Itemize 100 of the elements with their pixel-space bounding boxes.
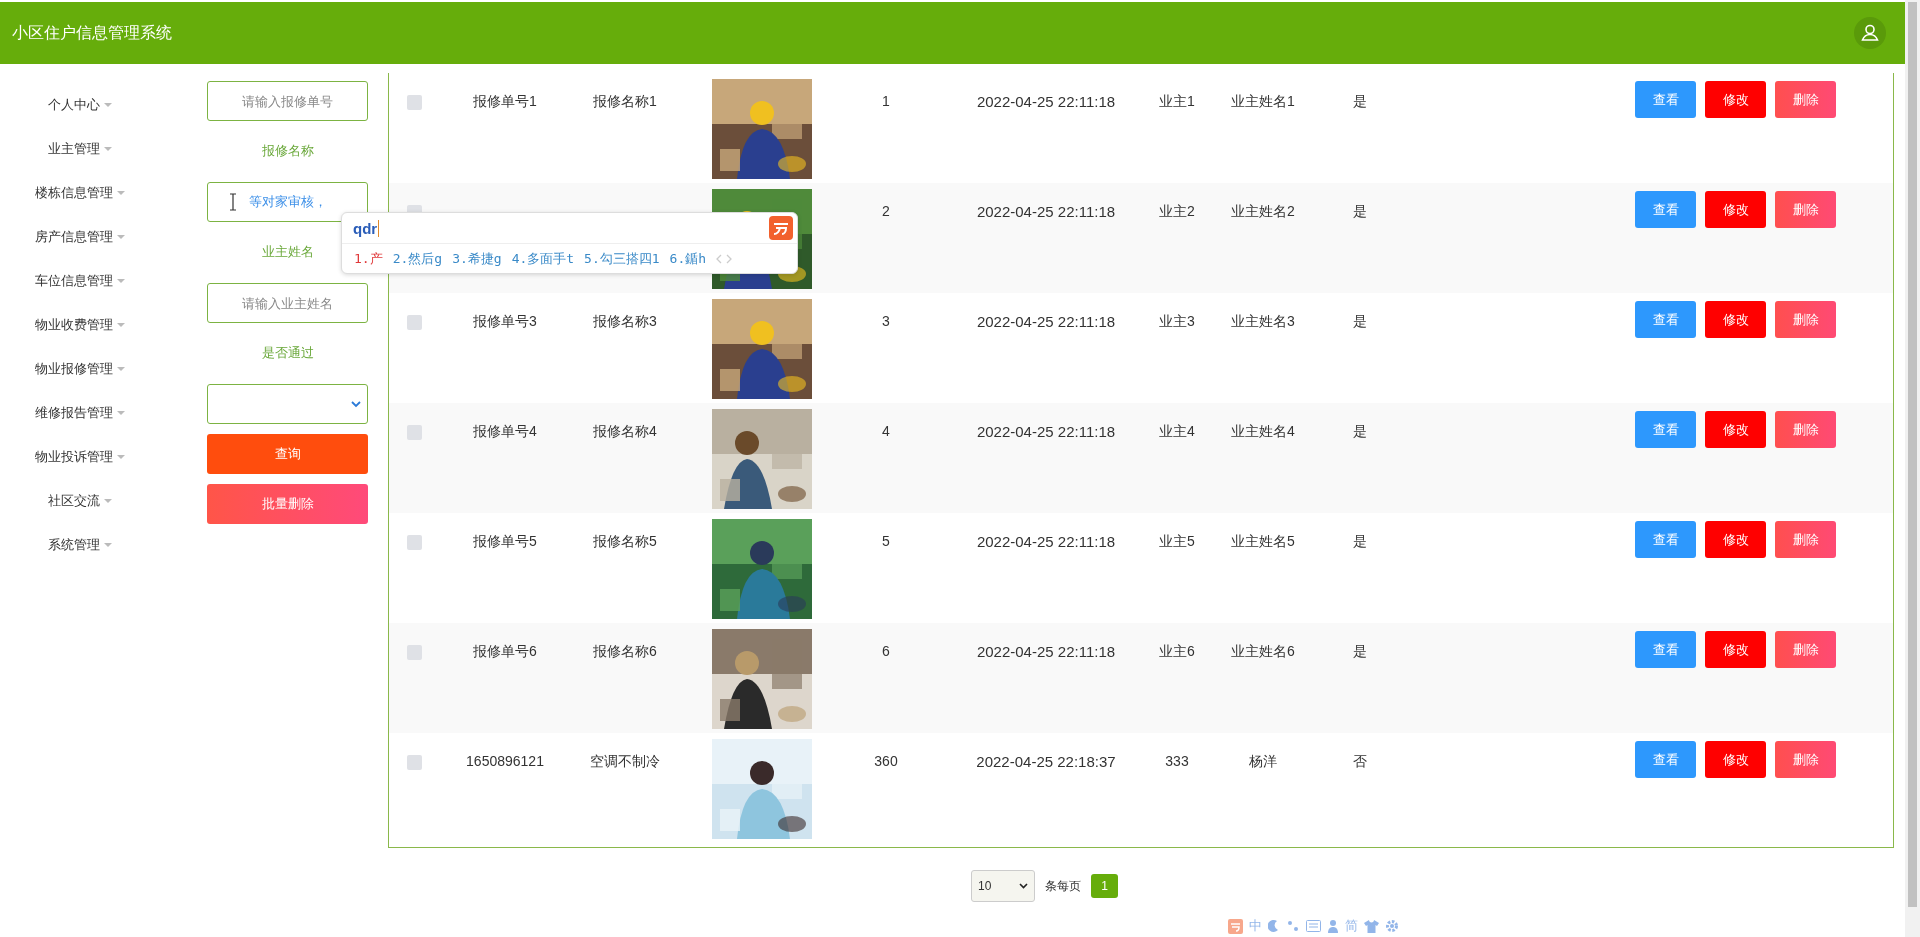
edit-button[interactable]: 修改: [1705, 411, 1766, 448]
ime-logo-icon[interactable]: [769, 216, 793, 240]
settings-icon[interactable]: [1385, 919, 1399, 933]
charset-toggle[interactable]: 简: [1345, 918, 1358, 934]
edit-button[interactable]: 修改: [1705, 521, 1766, 558]
view-button[interactable]: 查看: [1635, 301, 1696, 338]
sidebar-item[interactable]: 楼栋信息管理: [34, 171, 125, 215]
view-button[interactable]: 查看: [1635, 191, 1696, 228]
table-cell: 报修单号1: [473, 93, 537, 111]
sidebar-item[interactable]: 维修报告管理: [34, 391, 125, 435]
table-cell: 业主姓名1: [1231, 93, 1295, 111]
shirt-icon[interactable]: [1364, 919, 1379, 933]
page-button[interactable]: 1: [1091, 874, 1118, 898]
table-cell: 2022-04-25 22:11:18: [976, 93, 1116, 110]
row-checkbox[interactable]: [407, 315, 422, 330]
search-field[interactable]: 等对家审核，: [207, 182, 368, 222]
row-checkbox[interactable]: [407, 645, 422, 660]
sidebar-item[interactable]: 物业投诉管理: [34, 435, 125, 479]
table-cell: 业主1: [1159, 93, 1195, 111]
table-cell: 3: [882, 313, 890, 329]
view-button[interactable]: 查看: [1635, 81, 1696, 118]
table-cell: 报修名称3: [593, 313, 657, 331]
delete-button[interactable]: 删除: [1775, 411, 1836, 448]
row-checkbox[interactable]: [407, 535, 422, 550]
table-cell: 报修名称5: [593, 533, 657, 551]
sidebar-item[interactable]: 物业收费管理: [34, 303, 125, 347]
keyboard-icon[interactable]: [1306, 920, 1321, 932]
caret-icon: [103, 103, 112, 107]
delete-button[interactable]: 删除: [1775, 191, 1836, 228]
delete-button[interactable]: 删除: [1775, 521, 1836, 558]
table-cell: 业主姓名5: [1231, 533, 1295, 551]
table-cell: 2022-04-25 22:11:18: [976, 313, 1116, 330]
ime-logo-icon[interactable]: [1228, 918, 1243, 934]
select-field[interactable]: [207, 384, 368, 424]
view-button[interactable]: 查看: [1635, 521, 1696, 558]
table-cell: 杨洋: [1249, 753, 1277, 771]
table-cell: 报修名称1: [593, 93, 657, 111]
table-cell: 业主6: [1159, 643, 1195, 661]
edit-button[interactable]: 修改: [1705, 301, 1766, 338]
table-cell: 业主姓名2: [1231, 203, 1295, 221]
table-cell: 否: [1353, 753, 1367, 771]
sidebar-item[interactable]: 系统管理: [47, 523, 112, 567]
ime-candidate[interactable]: 1.产: [354, 250, 383, 268]
search-button[interactable]: 查询: [207, 434, 368, 474]
row-checkbox[interactable]: [407, 95, 422, 110]
page-size-select[interactable]: 10: [971, 870, 1035, 902]
per-page-label: 条每页: [1045, 877, 1081, 895]
moon-icon[interactable]: [1268, 919, 1280, 933]
sidebar-item[interactable]: 物业报修管理: [34, 347, 125, 391]
ime-candidate[interactable]: 4.多面手t: [511, 250, 575, 268]
delete-button[interactable]: 删除: [1775, 741, 1836, 778]
table-cell: 是: [1353, 313, 1367, 331]
field-label: 是否通过: [261, 344, 314, 362]
table-cell: 业主姓名6: [1231, 643, 1295, 661]
table-cell: 是: [1353, 93, 1367, 111]
caret-icon: [116, 455, 125, 459]
row-checkbox[interactable]: [407, 755, 422, 770]
input-mode-toggle[interactable]: 中: [1249, 918, 1262, 934]
table-cell: 报修名称6: [593, 643, 657, 661]
sidebar-item[interactable]: 社区交流: [47, 479, 112, 523]
caret-icon: [116, 323, 125, 327]
text-cursor-icon: [229, 193, 237, 211]
table-cell: 业主姓名3: [1231, 313, 1295, 331]
ime-candidate[interactable]: 3.希捷g: [452, 250, 502, 268]
sidebar-item[interactable]: 车位信息管理: [34, 259, 125, 303]
scrollbar[interactable]: [1905, 0, 1920, 937]
chevron-down-icon: [351, 400, 361, 408]
delete-button[interactable]: 删除: [1775, 301, 1836, 338]
table-cell: 5: [882, 533, 890, 549]
caret-icon: [116, 411, 125, 415]
delete-button[interactable]: 删除: [1775, 81, 1836, 118]
page-arrows-icon[interactable]: [716, 254, 733, 264]
table-cell: 2022-04-25 22:11:18: [976, 203, 1116, 220]
edit-button[interactable]: 修改: [1705, 631, 1766, 668]
table-cell: 空调不制冷: [590, 753, 660, 771]
sidebar-item[interactable]: 业主管理: [47, 127, 112, 171]
edit-button[interactable]: 修改: [1705, 741, 1766, 778]
delete-button[interactable]: 删除: [1775, 631, 1836, 668]
ime-candidate[interactable]: 6.鍎h: [669, 250, 707, 268]
row-checkbox[interactable]: [407, 425, 422, 440]
ime-candidate[interactable]: 2.然后g: [392, 250, 443, 268]
table-cell: 2022-04-25 22:11:18: [976, 533, 1116, 550]
search-field[interactable]: 请输入业主姓名: [207, 283, 368, 323]
view-button[interactable]: 查看: [1635, 741, 1696, 778]
table-cell: 2: [882, 203, 890, 219]
edit-button[interactable]: 修改: [1705, 81, 1766, 118]
chevron-down-icon: [1019, 883, 1028, 889]
search-field[interactable]: 请输入报修单号: [207, 81, 368, 121]
user-avatar-icon[interactable]: [1853, 16, 1887, 50]
ime-candidate[interactable]: 5.勾三搭四1: [584, 250, 660, 268]
table-cell: 报修名称4: [593, 423, 657, 441]
table-cell: 业主4: [1159, 423, 1195, 441]
sidebar-item[interactable]: 房产信息管理: [34, 215, 125, 259]
punctuation-icon[interactable]: [1286, 919, 1300, 933]
batch-delete-button[interactable]: 批量删除: [207, 484, 368, 524]
sidebar-item[interactable]: 个人中心: [47, 83, 112, 127]
view-button[interactable]: 查看: [1635, 631, 1696, 668]
view-button[interactable]: 查看: [1635, 411, 1696, 448]
user-icon[interactable]: [1327, 919, 1339, 933]
edit-button[interactable]: 修改: [1705, 191, 1766, 228]
